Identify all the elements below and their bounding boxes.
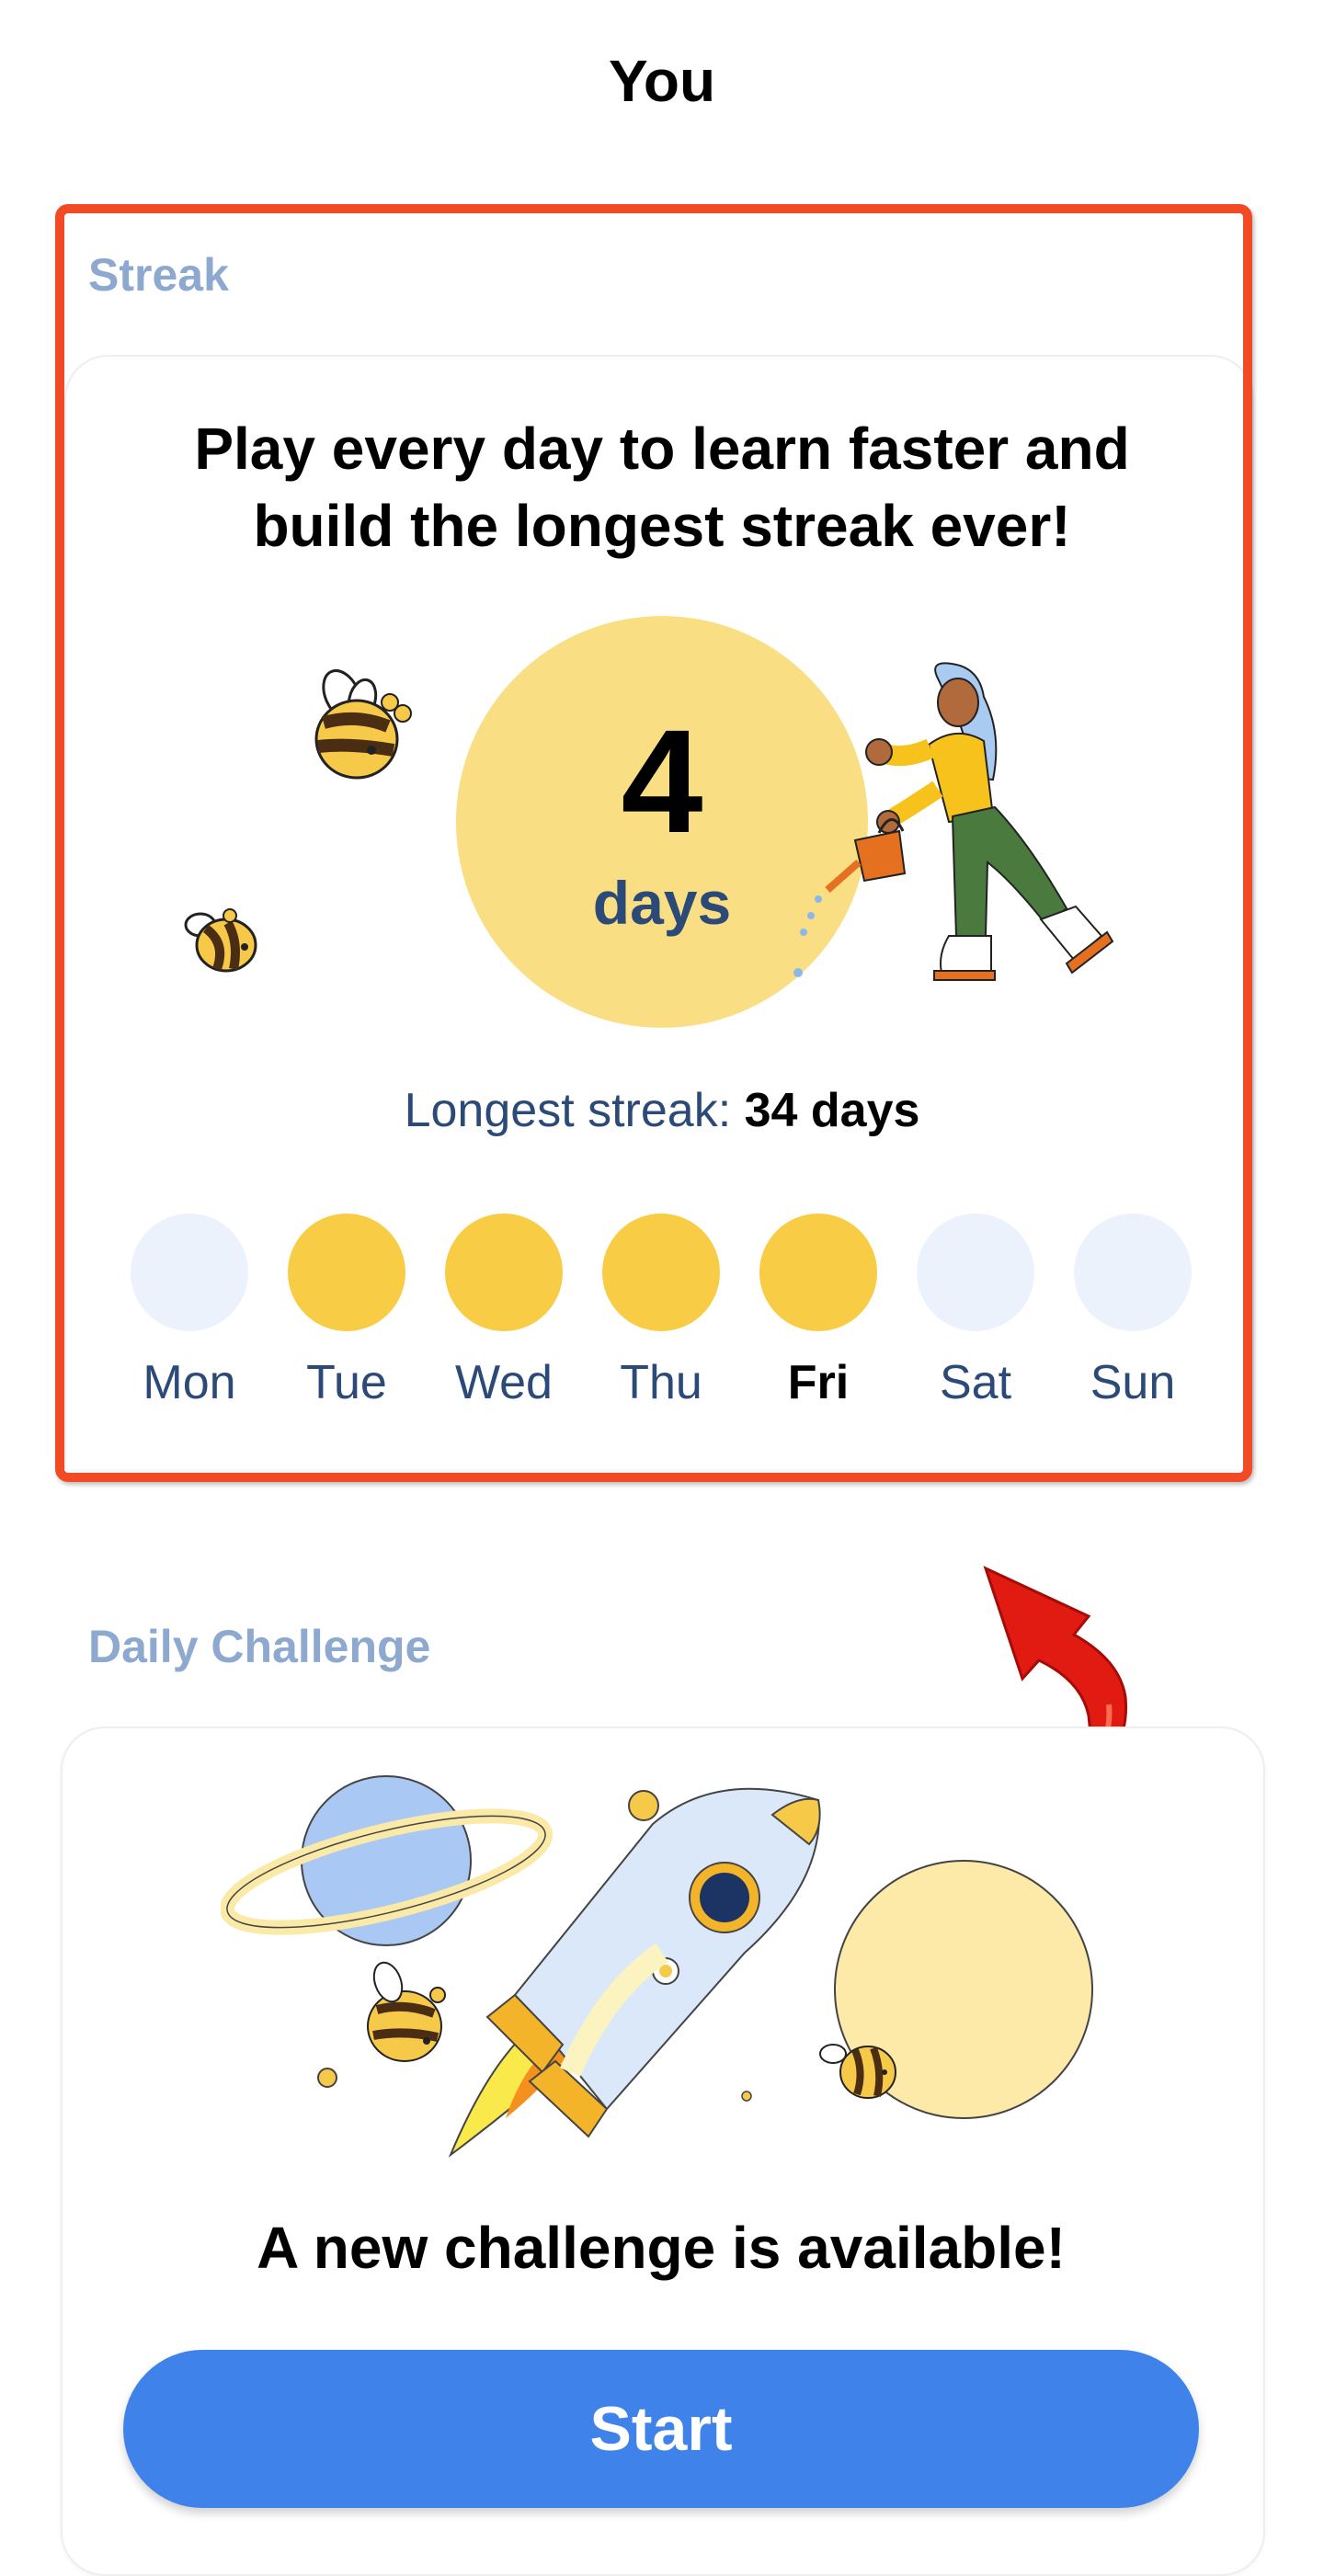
daily-challenge-section-label: Daily Challenge bbox=[88, 1621, 431, 1672]
page-title: You bbox=[608, 48, 716, 114]
streak-highlight-box bbox=[55, 204, 1252, 1482]
rocket-illustration bbox=[221, 1775, 1093, 2159]
challenge-message: A new challenge is available! bbox=[257, 2215, 1066, 2281]
start-button[interactable]: Start bbox=[123, 2350, 1199, 2508]
